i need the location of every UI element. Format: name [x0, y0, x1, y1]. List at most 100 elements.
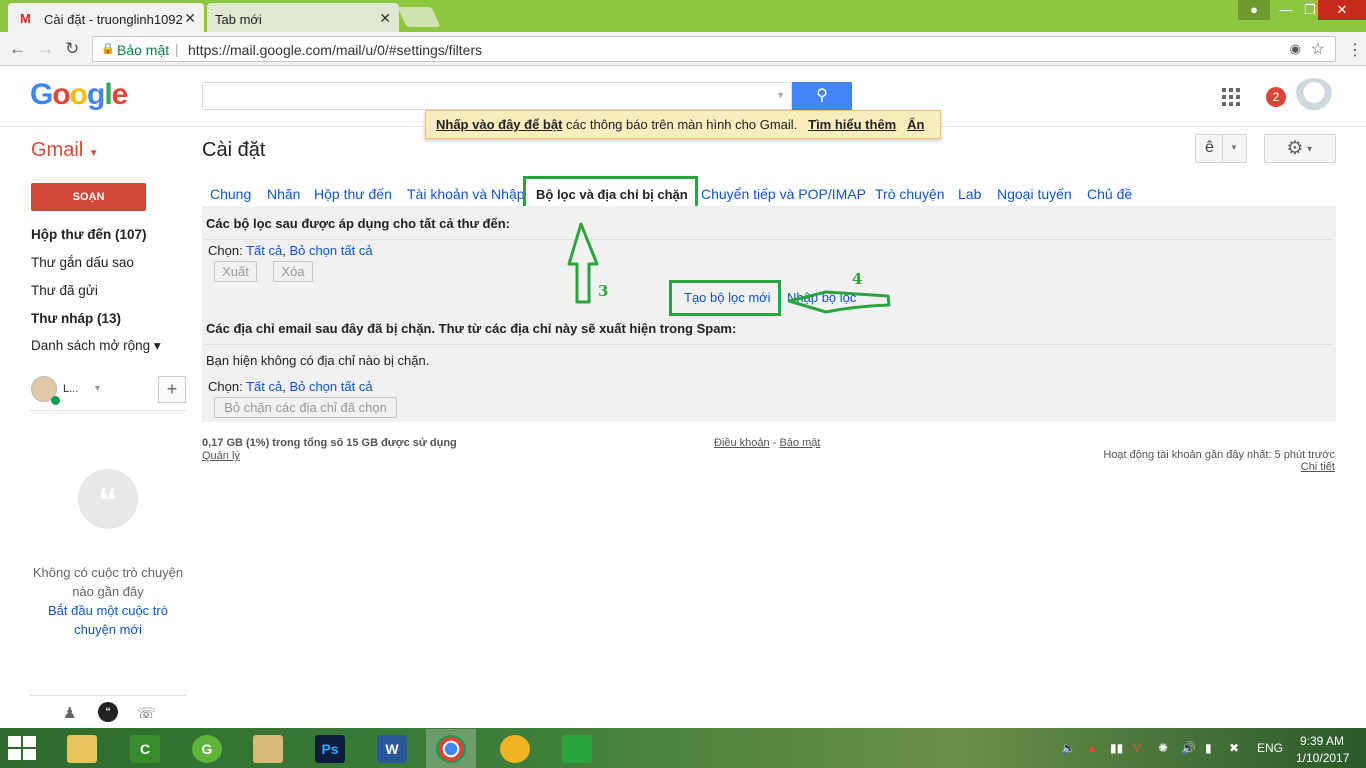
- sidebar-item-starred[interactable]: Thư gắn dấu sao: [31, 255, 134, 270]
- filters-select-row: Chọn: Tất cả, Bỏ chọn tất cả: [208, 243, 373, 258]
- terms-link[interactable]: Điều khoản: [714, 437, 770, 449]
- search-input[interactable]: ▼: [202, 82, 792, 110]
- camtasia-icon[interactable]: C: [120, 729, 170, 768]
- enable-notifications-link[interactable]: Nhấp vào đây để bật: [436, 117, 562, 132]
- unblock-selected-button[interactable]: Bỏ chặn các địa chỉ đã chọn: [214, 397, 397, 418]
- back-arrow-icon[interactable]: ←: [9, 39, 26, 59]
- compose-button[interactable]: SOẠN: [31, 183, 146, 211]
- search-button[interactable]: ⚲: [792, 82, 852, 110]
- reload-icon[interactable]: ↻: [65, 39, 79, 59]
- gmail-menu[interactable]: Gmail ▼: [31, 139, 99, 162]
- sidebar-item-sent[interactable]: Thư đã gửi: [31, 283, 98, 298]
- chevron-down-icon[interactable]: ▼: [1230, 143, 1238, 152]
- notice-text: các thông báo trên màn hình cho Gmail.: [562, 117, 798, 132]
- tab-offline[interactable]: Ngoại tuyến: [997, 186, 1072, 202]
- hide-link[interactable]: Ẩn: [907, 117, 924, 132]
- volume-icon[interactable]: 🔊: [1181, 741, 1196, 755]
- tab-accounts-import[interactable]: Tài khoản và Nhập: [407, 186, 525, 202]
- sidebar-item-drafts[interactable]: Thư nháp (13): [31, 311, 121, 326]
- close-icon[interactable]: ✕: [379, 10, 391, 27]
- vietkey-icon[interactable]: V: [1133, 741, 1141, 755]
- divider: |: [175, 41, 179, 57]
- close-icon[interactable]: ✕: [184, 10, 196, 27]
- select-all-link[interactable]: Tất cả: [246, 243, 282, 258]
- apps-grid-icon[interactable]: [1222, 88, 1240, 106]
- tab-labs[interactable]: Lab: [958, 186, 981, 202]
- close-window-icon[interactable]: ✕: [1318, 0, 1366, 20]
- select-none-link[interactable]: Bỏ chọn tất cả: [289, 379, 372, 394]
- network-app-icon[interactable]: [490, 729, 540, 768]
- paint-icon[interactable]: [243, 729, 293, 768]
- file-explorer-icon[interactable]: [57, 729, 107, 768]
- signal-icon[interactable]: ▮▮: [1110, 741, 1123, 755]
- clock-time[interactable]: 9:39 AM: [1300, 734, 1344, 748]
- adobe-tray-icon[interactable]: ▲: [1086, 741, 1098, 755]
- tab-gmail-settings[interactable]: M Cài đặt - truonglinh1092 ✕: [8, 3, 204, 32]
- address-bar[interactable]: 🔒 Bảo mật | https://mail.google.com/mail…: [92, 36, 1336, 62]
- privacy-link[interactable]: Bảo mật: [779, 437, 820, 449]
- annotation-step-3: 3: [598, 282, 609, 300]
- learn-more-link[interactable]: Tìm hiểu thêm: [808, 117, 896, 132]
- select-all-link[interactable]: Tất cả: [246, 379, 282, 394]
- url-text[interactable]: https://mail.google.com/mail/u/0/#settin…: [188, 42, 482, 58]
- divider: [1222, 135, 1223, 162]
- word-icon[interactable]: W: [367, 729, 417, 768]
- create-new-filter-link[interactable]: Tạo bộ lọc mới: [684, 290, 771, 305]
- battery-icon[interactable]: ▮: [1205, 741, 1212, 755]
- tab-general[interactable]: Chung: [210, 186, 251, 202]
- manage-storage-link[interactable]: Quản lý: [202, 450, 240, 462]
- gmail-favicon-icon: M: [20, 11, 31, 26]
- export-button[interactable]: Xuất: [214, 261, 257, 282]
- photoshop-icon[interactable]: Ps: [305, 729, 355, 768]
- address-toolbar: ← → ↻ 🔒 Bảo mật | https://mail.google.co…: [0, 32, 1366, 66]
- chevron-down-icon[interactable]: ▼: [93, 383, 102, 393]
- settings-tray-icon[interactable]: ✺: [1158, 741, 1168, 755]
- user-profile-icon[interactable]: ●: [1238, 0, 1270, 20]
- select-none-link[interactable]: Bỏ chọn tất cả: [289, 243, 372, 258]
- star-icon[interactable]: ☆: [1311, 39, 1325, 59]
- search-options-icon[interactable]: ▼: [776, 90, 785, 100]
- tab-inbox[interactable]: Hộp thư đến: [314, 186, 392, 202]
- tab-labels[interactable]: Nhãn: [267, 186, 300, 202]
- eye-icon[interactable]: ◉: [1290, 41, 1301, 57]
- windows-start-icon[interactable]: [8, 736, 38, 760]
- clock-date[interactable]: 1/10/2017: [1296, 751, 1349, 765]
- notification-badge[interactable]: 2: [1266, 87, 1286, 107]
- lock-icon: 🔒: [101, 43, 115, 55]
- tab-themes[interactable]: Chủ đề: [1087, 186, 1132, 202]
- start-new-chat-link[interactable]: Bắt đầu một cuộc trò chuyện mới: [30, 601, 186, 639]
- avatar[interactable]: [1294, 78, 1334, 114]
- chat-bubble-icon[interactable]: “: [98, 702, 118, 722]
- sidebar-item-more[interactable]: Danh sách mở rộng ▾: [31, 338, 161, 354]
- divider: [30, 695, 186, 696]
- phone-icon[interactable]: ☏: [137, 704, 156, 722]
- blocked-select-row: Chọn: Tất cả, Bỏ chọn tất cả: [208, 379, 373, 394]
- gmail-brand-label: Gmail: [31, 139, 84, 161]
- delete-button[interactable]: Xóa: [273, 261, 313, 282]
- language-indicator[interactable]: ENG: [1257, 741, 1283, 755]
- no-network-icon[interactable]: ✖: [1229, 741, 1239, 755]
- person-icon[interactable]: ♟: [63, 704, 76, 722]
- activity-details-link[interactable]: Chi tiết: [1000, 461, 1335, 473]
- forward-arrow-icon[interactable]: →: [37, 39, 54, 59]
- greenshot-icon[interactable]: G: [182, 729, 232, 768]
- new-hangout-button[interactable]: +: [158, 376, 186, 403]
- tab-new-tab[interactable]: Tab mới ✕: [207, 3, 399, 32]
- annotation-step-4: 4: [852, 270, 863, 288]
- tab-forwarding-pop-imap[interactable]: Chuyển tiếp và POP/IMAP: [701, 186, 866, 202]
- tab-chat[interactable]: Trò chuyện: [875, 186, 945, 202]
- tab-title: Tab mới: [215, 12, 262, 27]
- more-menu-icon[interactable]: ⋮: [1347, 40, 1363, 60]
- presentation-app-icon[interactable]: [552, 729, 602, 768]
- new-tab-button[interactable]: [397, 7, 441, 27]
- input-tools-button[interactable]: ê ▼: [1195, 134, 1247, 163]
- google-logo[interactable]: Google: [30, 78, 128, 112]
- last-activity-text: Hoạt động tài khoản gần đây nhất: 5 phút…: [1103, 449, 1335, 461]
- tab-filters-blocked[interactable]: Bộ lọc và địa chỉ bị chặn: [536, 187, 688, 202]
- chrome-icon[interactable]: [426, 729, 476, 768]
- no-recent-chats-text: Không có cuộc trò chuyện nào gần đây: [32, 565, 184, 599]
- hangouts-user-name[interactable]: L...: [63, 383, 78, 395]
- sidebar-item-inbox[interactable]: Hộp thư đến (107): [31, 227, 147, 242]
- settings-button[interactable]: ⚙ ▼: [1264, 134, 1336, 163]
- speaker-icon[interactable]: 🔈: [1061, 741, 1076, 755]
